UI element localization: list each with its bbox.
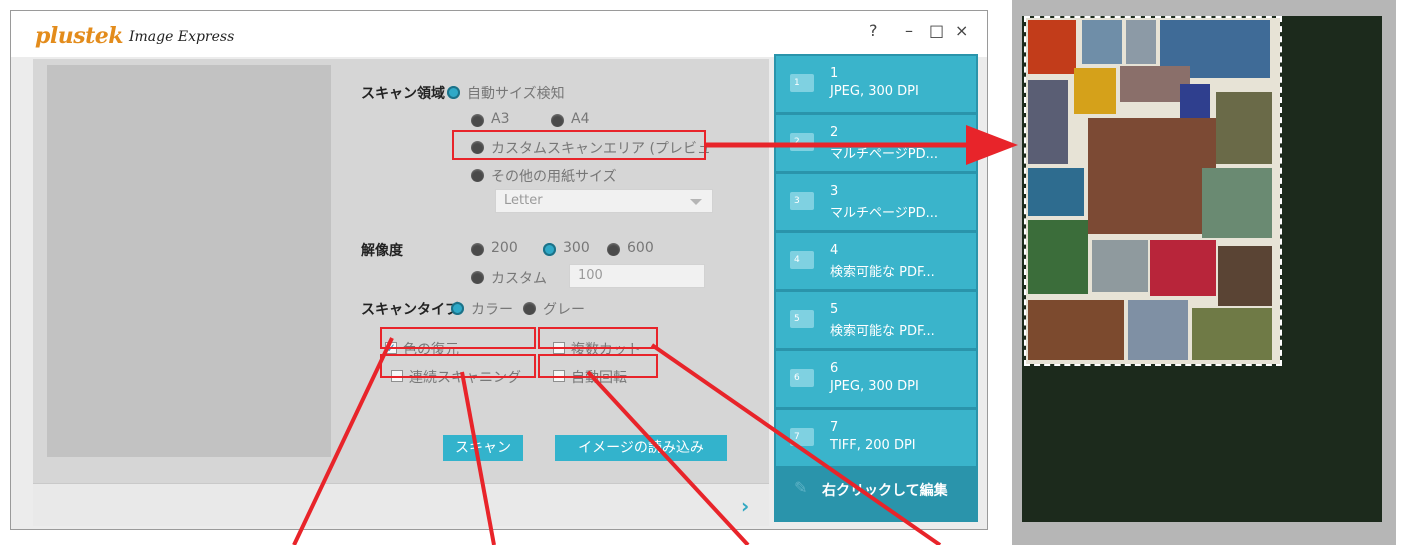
annotation-arrows: [292, 125, 1018, 545]
arrowhead-icon: [966, 125, 1018, 165]
pointer-line-multi-crop: [650, 343, 942, 545]
pointer-line-continuous-scan: [460, 371, 496, 545]
pointer-line-color-restore: [292, 337, 394, 545]
pointer-line-auto-rotate: [586, 370, 750, 545]
